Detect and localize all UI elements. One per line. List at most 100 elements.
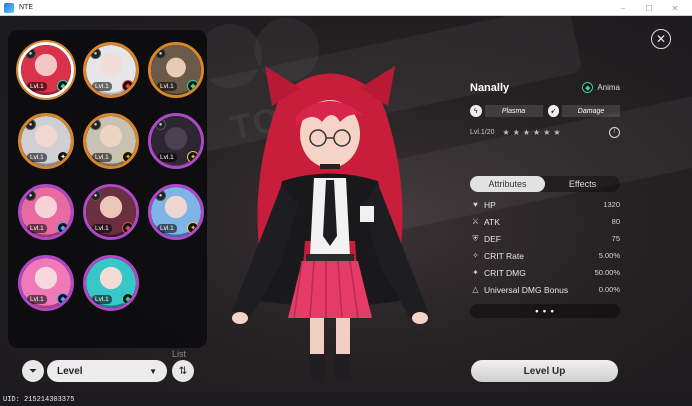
stat-row-def: ⛨ DEF 75 <box>470 230 621 247</box>
character-model <box>232 66 428 380</box>
chevron-down-icon: ▼ <box>149 366 157 376</box>
element-icon: ✦ <box>187 151 199 163</box>
lock-icon: ● <box>25 190 36 201</box>
element-icon: ✦ <box>57 151 69 163</box>
level-badge: Lvl.1 <box>27 224 47 233</box>
character-roster: ● Lvl.1 ◆ ● Lvl.1 ◆ ● Lvl.1 ◆ ● Lvl.1 ✦ … <box>8 30 207 359</box>
triangle-icon: △ <box>472 285 479 294</box>
star-rating: ★★★★★★ <box>502 127 564 137</box>
stat-name: CRIT Rate <box>484 250 524 261</box>
stat-name: Universal DMG Bonus <box>484 284 569 295</box>
sort-order-button[interactable]: ⇅ <box>172 360 194 382</box>
level-badge: Lvl.1 <box>92 224 112 233</box>
stat-value: 0.00% <box>598 285 620 294</box>
minimize-button[interactable]: – <box>610 0 636 16</box>
element-icon: ◆ <box>122 222 134 234</box>
stat-value: 80 <box>611 217 620 226</box>
sort-dropdown[interactable]: Level ▼ <box>47 360 167 382</box>
stat-value: 5.00% <box>598 251 620 260</box>
element-icon: ✦ <box>187 222 199 234</box>
anima-icon: ◆ <box>582 82 594 93</box>
stat-row-universal-dmg: △ Universal DMG Bonus 0.00% <box>470 281 620 298</box>
level-badge: Lvl.1 <box>157 224 177 233</box>
level-badge: Lvl.1 <box>92 82 112 91</box>
element-icon: ◆ <box>57 80 69 92</box>
character-card[interactable]: ● Lvl.1 ✦ <box>148 113 204 169</box>
character-card[interactable]: ● Lvl.1 ◆ <box>18 42 74 98</box>
character-card[interactable]: Lvl.1 ◆ <box>18 255 74 311</box>
stat-name: ATK <box>484 216 500 227</box>
role-label: Damage <box>562 105 620 117</box>
level-badge: Lvl.1 <box>157 82 177 91</box>
level-up-button[interactable]: Level Up <box>471 360 618 382</box>
plasma-icon: ϟ <box>470 105 482 117</box>
sort-selected-label: Level <box>57 365 83 377</box>
lock-icon: ● <box>25 48 36 59</box>
stat-value: 50.00% <box>594 268 620 277</box>
player-uid: UID: 215214303375 <box>3 396 75 404</box>
close-icon: ✕ <box>655 32 667 46</box>
filter-icon: ⏷ <box>29 365 37 377</box>
window-title: NTE <box>19 4 33 11</box>
lock-icon: ● <box>155 190 166 201</box>
character-card[interactable]: ● Lvl.1 ◆ <box>18 184 74 240</box>
level-badge: Lvl.1 <box>27 82 47 91</box>
element-icon: ◆ <box>122 293 134 305</box>
info-icon[interactable]: ! <box>609 126 620 138</box>
stat-name: HP <box>484 199 496 210</box>
affiliation: ◆ Anima <box>582 82 620 93</box>
crit-dmg-icon: ✦ <box>472 268 479 277</box>
stat-row-hp: ♥ HP 1320 <box>470 196 620 213</box>
stat-value: 1320 <box>603 200 620 209</box>
level-badge: Lvl.1 <box>92 153 112 162</box>
filter-button[interactable]: ⏷ <box>22 360 44 382</box>
level-badge: Lvl.1 <box>157 153 177 162</box>
level-badge: Lvl.1 <box>27 153 47 162</box>
affiliation-label: Anima <box>597 83 620 92</box>
character-card[interactable]: ● Lvl.1 ✦ <box>83 113 139 169</box>
heart-icon: ♥ <box>473 200 478 209</box>
sword-icon: ⚔ <box>471 217 480 226</box>
lock-icon: ● <box>90 119 101 130</box>
type-row: ϟ Plasma ➹ Damage <box>470 104 620 118</box>
character-card[interactable]: Lvl.1 ◆ <box>83 255 139 311</box>
stat-value: 75 <box>611 234 620 243</box>
lock-icon: ● <box>90 190 101 201</box>
level-badge: Lvl.1 <box>92 295 112 304</box>
shield-icon: ⛨ <box>472 233 479 243</box>
character-card[interactable]: ● Lvl.1 ✦ <box>148 184 204 240</box>
tab-attributes[interactable]: Attributes <box>470 176 545 192</box>
close-window-button[interactable]: ✕ <box>662 0 688 16</box>
lock-icon: ● <box>155 48 166 59</box>
element-icon: ◆ <box>57 222 69 234</box>
panel-tabs: Attributes Effects <box>470 176 620 192</box>
damage-icon: ➹ <box>547 105 560 117</box>
stat-name: DEF <box>484 233 501 244</box>
game-viewport: TOWER ● Lvl.1 ◆ ● Lvl.1 ◆ ● Lvl.1 ◆ ● Lv… <box>0 16 692 392</box>
element-icon: ◆ <box>122 80 134 92</box>
more-button[interactable]: • • • <box>470 304 620 318</box>
window-titlebar: NTE – ☐ ✕ <box>0 0 692 16</box>
character-card[interactable]: ● Lvl.1 ◆ <box>148 42 204 98</box>
close-button[interactable]: ✕ <box>651 29 671 49</box>
character-card[interactable]: ● Lvl.1 ◆ <box>83 42 139 98</box>
level-row: Lvl.1/20 ★★★★★★ ! <box>470 126 620 138</box>
element-icon: ◆ <box>57 293 69 305</box>
character-name: Nanally <box>470 82 510 94</box>
level-label: Lvl.1/20 <box>470 128 495 136</box>
element-icon: ✦ <box>122 151 134 163</box>
stat-row-atk: ⚔ ATK 80 <box>470 213 620 230</box>
stats-list: ♥ HP 1320 ⚔ ATK 80 ⛨ DEF 75 ✧ CRIT Rate … <box>470 196 620 298</box>
lock-icon: ● <box>25 119 36 130</box>
list-label: List <box>172 349 187 359</box>
character-card[interactable]: ● Lvl.1 ✦ <box>18 113 74 169</box>
lock-icon: ● <box>155 119 166 130</box>
stat-row-crit-dmg: ✦ CRIT DMG 50.00% <box>470 264 620 281</box>
element-icon: ◆ <box>187 80 199 92</box>
app-icon <box>4 2 14 13</box>
element-label: Plasma <box>484 105 543 117</box>
tab-effects[interactable]: Effects <box>545 176 620 192</box>
level-badge: Lvl.1 <box>27 295 47 304</box>
maximize-button[interactable]: ☐ <box>636 0 662 16</box>
character-card[interactable]: ● Lvl.1 ◆ <box>83 184 139 240</box>
